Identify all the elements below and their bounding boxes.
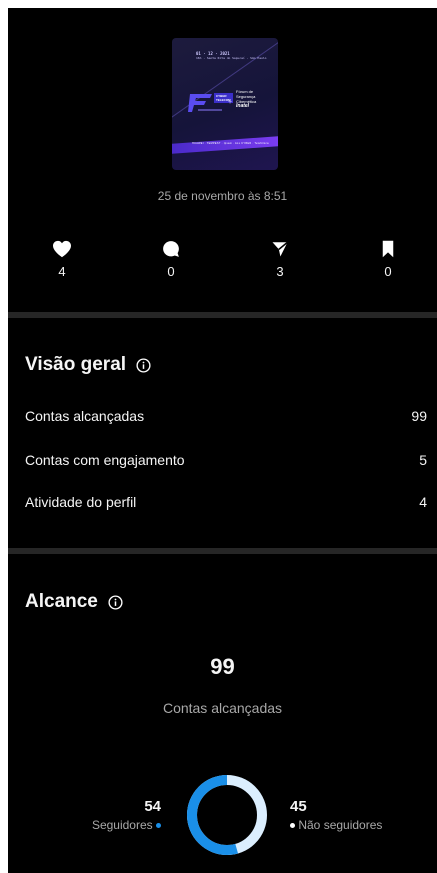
- reach-total-label: Contas alcançadas: [162, 700, 283, 716]
- non-followers-dot-icon: [290, 823, 295, 829]
- post-thumbnail[interactable]: 01 · 12 · 2021 16h · Santa Rita do Sapuc…: [172, 38, 278, 170]
- non-followers-legend: 45 Não seguidores: [290, 798, 382, 832]
- engagement-stats: 4 0 3 0: [8, 240, 437, 290]
- poster-meta: 01 · 12 · 2021 16h · Santa Rita do Sapuc…: [196, 51, 267, 61]
- shares-count: 3: [276, 264, 284, 279]
- share-icon: [272, 241, 288, 257]
- reach-title: Alcance: [25, 591, 98, 612]
- overview-heading: Visão geral: [25, 354, 151, 376]
- reach-total: 99: [210, 654, 235, 679]
- likes-count: 4: [58, 264, 66, 279]
- row-label: Atividade do perfil: [25, 494, 137, 510]
- section-divider: [8, 312, 437, 318]
- comment-icon: [163, 241, 179, 257]
- followers-count: 54: [144, 798, 161, 815]
- comments-count: 0: [167, 264, 175, 279]
- post-insights-screen: 01 · 12 · 2021 16h · Santa Rita do Sapuc…: [8, 8, 437, 873]
- heart-icon: [53, 240, 71, 258]
- non-followers-count: 45: [290, 798, 307, 815]
- info-icon[interactable]: [108, 594, 123, 610]
- event-logo: CYBER TELECOM: [188, 92, 233, 114]
- row-label: Contas alcançadas: [25, 408, 145, 424]
- sponsor-list: HUAWEI · TEMPEST · Ipsam · ALL CYBER · T…: [192, 142, 270, 145]
- plus-icon: +: [228, 99, 233, 106]
- forum-title: Fórum de Segurança Cibernética Inatel: [236, 89, 257, 109]
- followers-dot-icon: [156, 823, 161, 829]
- sponsor-bar: [172, 136, 278, 154]
- info-icon[interactable]: [136, 357, 151, 373]
- overview-title: Visão geral: [25, 354, 127, 375]
- comments-stat: 0: [141, 240, 201, 279]
- post-date: 25 de novembro às 8:51: [157, 189, 288, 203]
- non-followers-label: Não seguidores: [298, 818, 383, 832]
- shares-stat: 3: [250, 240, 310, 279]
- followers-label: Seguidores: [91, 818, 153, 832]
- row-value: 5: [419, 452, 427, 468]
- reach-heading: Alcance: [25, 591, 123, 613]
- row-value: 99: [411, 408, 427, 424]
- reach-donut-chart: [187, 775, 267, 855]
- row-label: Contas com engajamento: [25, 452, 185, 468]
- section-divider: [8, 548, 437, 554]
- followers-label-row: Seguidores: [92, 818, 161, 832]
- row-value: 4: [419, 494, 427, 510]
- saves-stat: 0: [358, 240, 418, 279]
- saves-count: 0: [384, 264, 392, 279]
- bookmark-icon: [382, 240, 394, 258]
- non-followers-label-row: Não seguidores: [290, 818, 382, 832]
- followers-legend: 54 Seguidores: [92, 798, 161, 832]
- likes-stat: 4: [32, 240, 92, 279]
